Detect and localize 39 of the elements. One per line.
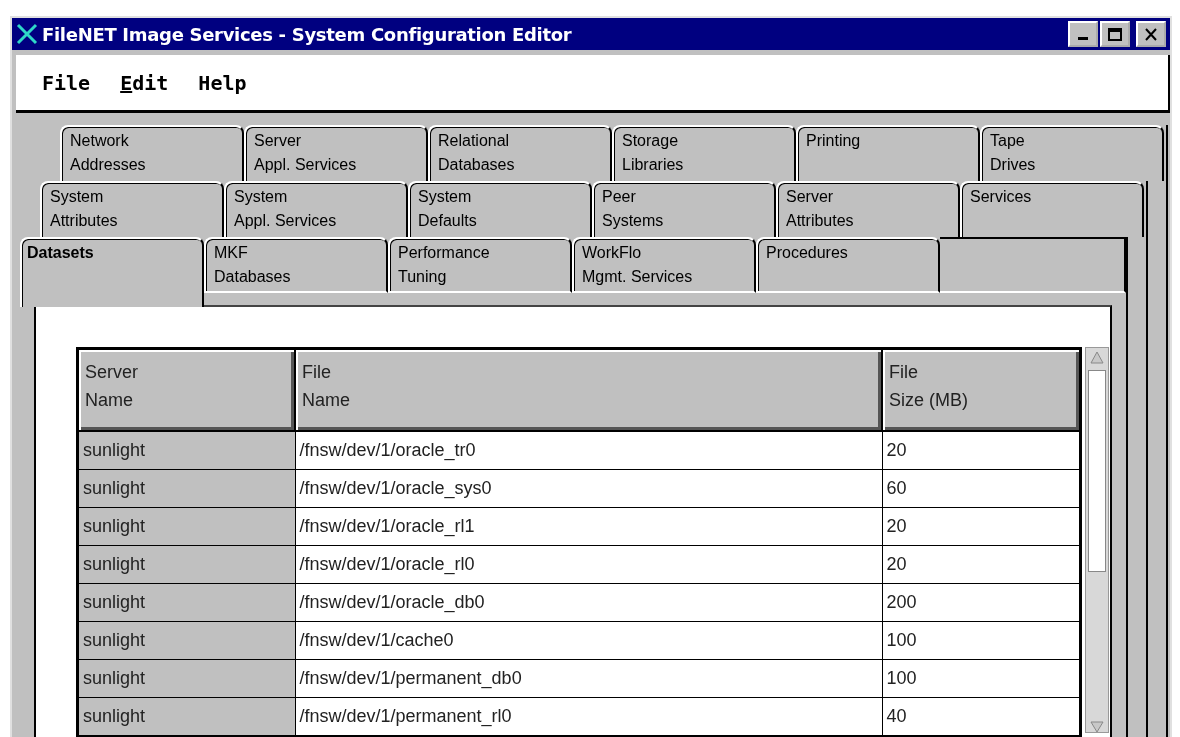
menu-item[interactable]: Edit — [120, 70, 169, 95]
column-header[interactable]: File Size (MB) — [882, 348, 1081, 431]
table-cell: sunlight — [77, 507, 295, 546]
table-cell: sunlight — [77, 697, 295, 737]
table-cell: /fnsw/dev/1/permanent_db0 — [295, 659, 882, 698]
tab[interactable]: System Appl. Services — [224, 181, 408, 237]
table-cell: /fnsw/dev/1/oracle_rl0 — [295, 545, 882, 584]
tab[interactable]: Procedures — [756, 237, 940, 293]
table-cell: /fnsw/dev/1/cache0 — [295, 621, 882, 660]
tab[interactable]: Relational Databases — [428, 125, 612, 181]
tab[interactable]: Printing — [796, 125, 980, 181]
tab[interactable]: System Attributes — [40, 181, 224, 237]
tab[interactable]: Performance Tuning — [388, 237, 572, 293]
window-title: FileNET Image Services - System Configuration Editor — [42, 23, 573, 45]
tab[interactable]: Tape Drives — [980, 125, 1164, 181]
table-cell: sunlight — [77, 545, 295, 584]
tab[interactable]: Peer Systems — [592, 181, 776, 237]
menu-item[interactable]: File — [42, 70, 91, 95]
table-cell: /fnsw/dev/1/oracle_db0 — [295, 583, 882, 622]
table-cell: sunlight — [77, 469, 295, 508]
tab[interactable]: Services — [960, 181, 1144, 237]
table-cell: sunlight — [77, 659, 295, 698]
tab[interactable]: Datasets — [20, 237, 204, 307]
column-header[interactable]: Server Name — [77, 348, 295, 431]
tab[interactable]: Server Attributes — [776, 181, 960, 237]
tab[interactable]: MKF Databases — [204, 237, 388, 293]
tab[interactable]: Server Appl. Services — [244, 125, 428, 181]
table-cell: /fnsw/dev/1/oracle_rl1 — [295, 507, 882, 546]
tab[interactable]: Storage Libraries — [612, 125, 796, 181]
table-cell: /fnsw/dev/1/oracle_sys0 — [295, 469, 882, 508]
tab[interactable]: WorkFlo Mgmt. Services — [572, 237, 756, 293]
table-cell: sunlight — [77, 583, 295, 622]
menu-item[interactable]: Help — [198, 70, 247, 95]
table-cell: /fnsw/dev/1/oracle_tr0 — [295, 431, 882, 470]
table-cell: sunlight — [77, 621, 295, 660]
tab[interactable]: Network Addresses — [60, 125, 244, 181]
table-cell: sunlight — [77, 431, 295, 470]
column-header[interactable]: File Name — [295, 348, 882, 431]
tab[interactable]: System Defaults — [408, 181, 592, 237]
